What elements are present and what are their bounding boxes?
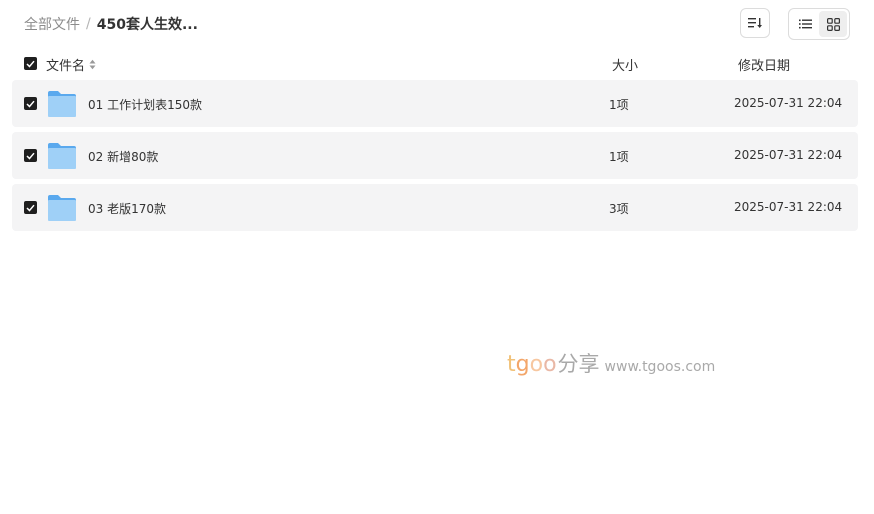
select-all-checkbox[interactable]	[24, 57, 37, 70]
column-header-date[interactable]: 修改日期	[738, 55, 790, 74]
folder-icon	[48, 143, 76, 169]
sort-icon	[748, 18, 762, 28]
table-header: 文件名 大小 修改日期	[12, 50, 858, 78]
check-icon	[26, 152, 35, 160]
check-icon	[26, 100, 35, 108]
grid-view-button[interactable]	[819, 11, 847, 37]
list-view-button[interactable]	[791, 11, 819, 37]
top-bar: 全部文件 / 450套人生效...	[0, 0, 874, 48]
breadcrumb-current: 450套人生效...	[96, 17, 198, 33]
watermark-letter: t	[507, 352, 516, 377]
check-icon	[26, 60, 35, 68]
column-header-name-label: 文件名	[46, 59, 86, 74]
row-checkbox[interactable]	[24, 97, 37, 110]
watermark-letter: o	[543, 352, 557, 377]
check-icon	[26, 204, 35, 212]
sort-button[interactable]	[740, 8, 770, 38]
sort-arrows-icon	[89, 59, 96, 70]
grid-view-icon	[826, 17, 840, 31]
file-date: 2025-07-31 22:04	[734, 96, 843, 110]
breadcrumb-separator: /	[86, 16, 91, 32]
table-row[interactable]: 03 老版170款 3项 2025-07-31 22:04	[12, 184, 858, 231]
folder-icon	[48, 195, 76, 221]
list-view-icon	[798, 19, 812, 29]
view-toggle	[788, 8, 850, 40]
file-size: 1项	[609, 98, 629, 112]
watermark-letter: g	[515, 352, 530, 377]
file-date: 2025-07-31 22:04	[734, 200, 843, 214]
column-header-size[interactable]: 大小	[612, 55, 638, 74]
row-checkbox[interactable]	[24, 149, 37, 162]
file-size: 1项	[609, 150, 629, 164]
breadcrumb: 全部文件 / 450套人生效...	[24, 14, 198, 34]
file-name[interactable]: 02 新增80款	[88, 148, 158, 165]
row-checkbox[interactable]	[24, 201, 37, 214]
watermark: t g o o 分享 www.tgoos.com	[507, 348, 715, 378]
file-date: 2025-07-31 22:04	[734, 148, 843, 162]
table-row[interactable]: 02 新增80款 1项 2025-07-31 22:04	[12, 132, 858, 179]
file-name[interactable]: 03 老版170款	[88, 200, 166, 217]
watermark-url: www.tgoos.com	[604, 359, 716, 375]
file-name[interactable]: 01 工作计划表150款	[88, 96, 202, 113]
watermark-text: 分享	[557, 352, 600, 376]
breadcrumb-root-link[interactable]: 全部文件	[24, 14, 80, 34]
file-size: 3项	[609, 202, 629, 216]
table-row[interactable]: 01 工作计划表150款 1项 2025-07-31 22:04	[12, 80, 858, 127]
folder-icon	[48, 91, 76, 117]
column-header-name[interactable]: 文件名	[46, 55, 96, 74]
watermark-letter: o	[529, 352, 544, 377]
